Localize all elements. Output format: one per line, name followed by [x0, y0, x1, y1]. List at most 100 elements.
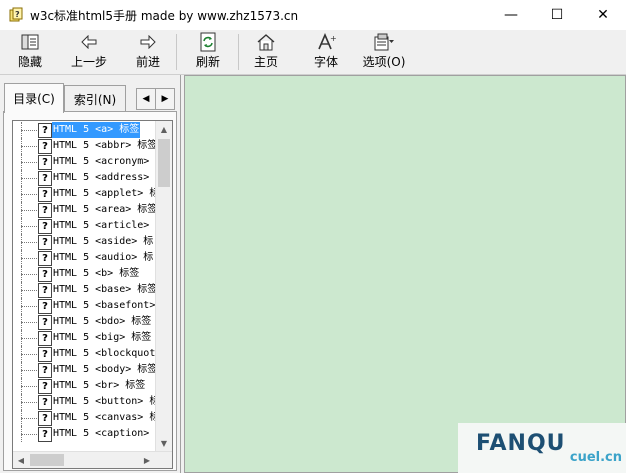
window-title: w3c标准html5手册 made by www.zhz1573.cn — [30, 9, 299, 23]
options-label: 选项(O) — [362, 55, 406, 69]
tree-item[interactable]: ? HTML 5 <body> 标签 — [13, 362, 158, 378]
tree-item-label: HTML 5 <article> — [53, 220, 150, 231]
tree-connector — [21, 258, 37, 259]
tab-index-label: 索引(N) — [73, 92, 117, 107]
close-icon: ✕ — [597, 7, 609, 23]
tree-item[interactable]: ? HTML 5 <canvas> 标 — [13, 410, 159, 426]
tab-contents[interactable]: 目录(C) — [4, 83, 64, 113]
tree-item[interactable]: ? HTML 5 <address> — [13, 170, 155, 186]
minimize-icon: — — [504, 7, 518, 23]
help-page-icon: ? — [38, 315, 52, 330]
tab-contents-label: 目录(C) — [13, 92, 55, 106]
tree-item-label: HTML 5 <applet> 标 — [53, 188, 160, 199]
scroll-up-icon[interactable]: ▲ — [156, 121, 172, 137]
refresh-button[interactable]: 刷新 — [190, 32, 226, 72]
minimize-button[interactable]: — — [488, 0, 534, 30]
watermark-logo: FANQU cuel.cn — [458, 423, 626, 473]
tree-connector — [21, 290, 37, 291]
back-label: 上一步 — [70, 55, 107, 69]
tree-item[interactable]: ? HTML 5 <big> 标签 — [13, 330, 155, 346]
home-button[interactable]: 主页 — [250, 32, 282, 72]
horizontal-scroll-thumb[interactable] — [30, 454, 64, 466]
arrow-right-icon — [137, 32, 159, 52]
tree-item[interactable]: ? HTML 5 <basefont> — [13, 298, 155, 314]
tree-item[interactable]: ? HTML 5 <b> 标签 — [13, 266, 155, 282]
font-button[interactable]: + 字体 — [310, 32, 342, 72]
tree-item[interactable]: ? HTML 5 <applet> 标 — [13, 186, 159, 202]
tree-connector — [21, 402, 37, 403]
forward-button[interactable]: 前进 — [130, 32, 166, 72]
contents-tree[interactable]: ? HTML 5 <a> 标签? HTML 5 <abbr> 标签? HTML 5 <… — [12, 120, 173, 469]
forward-label: 前进 — [135, 55, 160, 69]
tree-item[interactable]: ? HTML 5 <area> 标签 — [13, 202, 158, 218]
toolbar: 隐藏 上一步 前进 刷新 主页 + 字体 选项(O) — [0, 30, 626, 75]
tree-item[interactable]: ? HTML 5 <bdo> 标签 — [13, 314, 155, 330]
tree-item-label: HTML 5 <acronym> — [53, 156, 150, 167]
tree-connector — [21, 386, 37, 387]
close-button[interactable]: ✕ — [580, 0, 626, 30]
tree-item[interactable]: ? HTML 5 <a> 标签 — [13, 122, 155, 138]
tree-connector — [21, 322, 37, 323]
tab-scroll-left-button[interactable]: ◀ — [136, 88, 156, 110]
vertical-scrollbar[interactable]: ▲ ▼ — [155, 121, 172, 451]
tree-item-label: HTML 5 <area> 标签 — [53, 204, 158, 215]
tree-item[interactable]: ? HTML 5 <caption> — [13, 426, 155, 442]
tree-item-label: HTML 5 <abbr> 标签 — [53, 140, 158, 151]
tree-connector — [21, 306, 37, 307]
help-page-icon: ? — [38, 187, 52, 202]
watermark-text: FANQU — [476, 431, 566, 456]
help-page-icon: ? — [38, 219, 52, 234]
tree-item[interactable]: ? HTML 5 <base> 标签 — [13, 282, 157, 298]
maximize-button[interactable]: ☐ — [534, 0, 580, 30]
tree-item[interactable]: ? HTML 5 <abbr> 标签 — [13, 138, 158, 154]
help-page-icon: ? — [38, 347, 52, 362]
tree-item[interactable]: ? HTML 5 <blockquot — [13, 346, 155, 362]
tree-item[interactable]: ? HTML 5 <acronym> — [13, 154, 155, 170]
help-page-icon: ? — [38, 171, 52, 186]
toolbar-separator — [176, 34, 177, 70]
home-icon — [255, 32, 277, 52]
tree-item-label: HTML 5 <caption> — [53, 428, 150, 439]
tree-connector — [21, 338, 37, 339]
tree-item[interactable]: ? HTML 5 <button> 标 — [13, 394, 159, 410]
topic-content-area[interactable] — [184, 75, 626, 473]
help-page-icon: ? — [38, 283, 52, 298]
help-page-icon: ? — [38, 363, 52, 378]
tab-scroll-right-button[interactable]: ▶ — [155, 88, 175, 110]
scroll-down-icon[interactable]: ▼ — [156, 435, 172, 451]
hide-button[interactable]: 隐藏 — [10, 32, 50, 72]
font-icon: + — [315, 32, 337, 52]
home-label: 主页 — [253, 55, 278, 69]
tree-connector — [21, 354, 37, 355]
navigation-pane: 目录(C) 索引(N) ◀ ▶ ? HTML 5 <a> 标签? HTML 5 <a… — [0, 75, 181, 473]
tree-item-label: HTML 5 <big> 标签 — [53, 332, 152, 343]
horizontal-scrollbar[interactable]: ◀ ▶ — [13, 451, 172, 468]
refresh-icon — [197, 32, 219, 52]
watermark-subtext: cuel.cn — [569, 450, 622, 465]
scroll-right-icon[interactable]: ▶ — [139, 452, 155, 468]
help-page-icon: ? — [38, 331, 52, 346]
tree-item-label: HTML 5 <bdo> 标签 — [53, 316, 152, 327]
tab-index[interactable]: 索引(N) — [64, 85, 126, 112]
tree-item-label: HTML 5 <blockquot — [53, 348, 156, 359]
tree-item-label: HTML 5 <aside> 标 — [53, 236, 154, 247]
back-button[interactable]: 上一步 — [66, 32, 112, 72]
scroll-left-icon[interactable]: ◀ — [13, 452, 29, 468]
tree-item-label: HTML 5 <button> 标 — [53, 396, 160, 407]
help-page-icon: ? — [38, 123, 52, 138]
svg-text:?: ? — [15, 10, 20, 19]
vertical-scroll-thumb[interactable] — [158, 139, 170, 187]
help-page-icon: ? — [38, 139, 52, 154]
tree-item[interactable]: ? HTML 5 <aside> 标 — [13, 234, 155, 250]
help-page-icon: ? — [38, 379, 52, 394]
tree-item[interactable]: ? HTML 5 <audio> 标 — [13, 250, 155, 266]
help-page-icon: ? — [38, 299, 52, 314]
tree-item[interactable]: ? HTML 5 <br> 标签 — [13, 378, 155, 394]
tree-connector — [21, 242, 37, 243]
help-page-icon: ? — [38, 395, 52, 410]
options-button[interactable]: 选项(O) — [360, 32, 408, 72]
tree-item-label: HTML 5 <body> 标签 — [53, 364, 158, 375]
tree-connector — [21, 130, 37, 131]
hide-label: 隐藏 — [17, 55, 42, 69]
tree-item[interactable]: ? HTML 5 <article> — [13, 218, 155, 234]
